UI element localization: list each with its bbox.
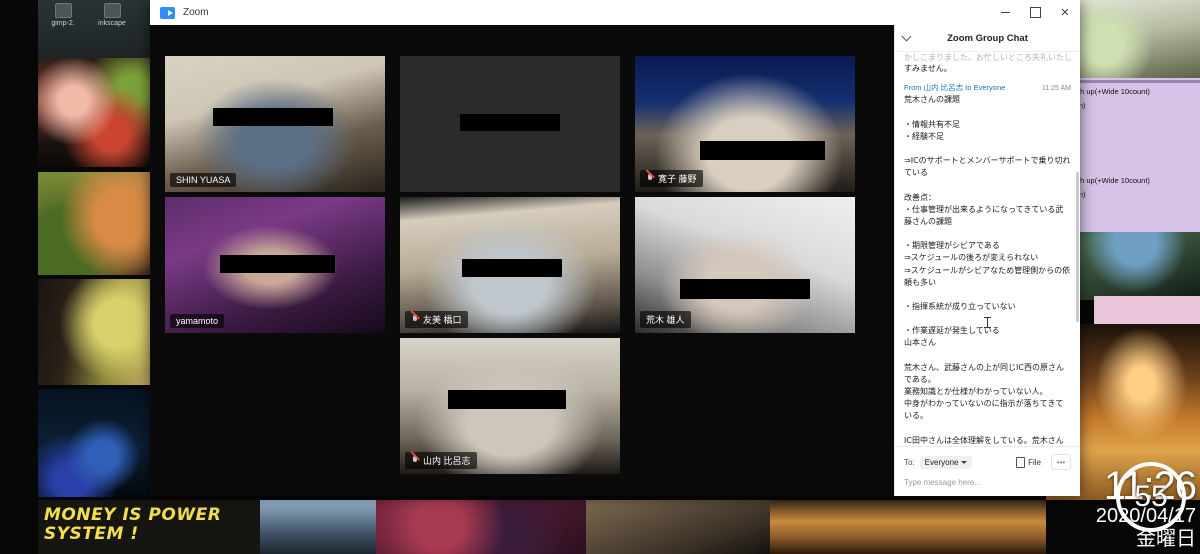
chat-to-label: To:	[904, 457, 915, 467]
screen: ...line push up(+Wide 10count) ...nk (2m…	[0, 0, 1200, 554]
wallpaper-photo	[376, 500, 586, 554]
chat-panel: Zoom Group Chat かしこまりました。お忙しいところ失礼いたしました…	[894, 25, 1080, 496]
document-icon	[1016, 456, 1026, 468]
wallpaper-photo	[260, 500, 376, 554]
chat-message-sender: From 山内 比呂志 to Everyone	[904, 83, 1006, 93]
participant-name: 友美 橋口	[423, 315, 462, 325]
participant-nameplate: yamamoto	[170, 314, 225, 328]
privacy-redaction	[460, 114, 560, 131]
chat-recipient-name: Everyone	[973, 83, 1006, 93]
mic-muted-icon	[411, 314, 419, 325]
participant-name: SHIN YUASA	[176, 175, 231, 185]
chat-panel-title: Zoom Group Chat	[947, 32, 1028, 44]
chat-file-label: File	[1028, 457, 1041, 467]
seconds-ring: 55	[1116, 462, 1186, 533]
privacy-redaction	[462, 259, 562, 277]
desktop-icon-label: inkscape	[98, 20, 126, 27]
window-title: Zoom	[183, 7, 209, 18]
participant-nameplate: SHIN YUASA	[170, 173, 237, 187]
close-icon: ✕	[1060, 7, 1070, 19]
desktop-icon-inkscape[interactable]: inkscape	[90, 3, 134, 27]
participant-tile[interactable]: SHIN YUASA	[165, 56, 385, 192]
participant-name: 寛子 藤野	[658, 174, 697, 184]
participant-nameplate: 山内 比呂志	[405, 452, 477, 469]
participant-tile-active-speaker[interactable]: yamamoto	[165, 197, 385, 333]
chat-recipient-value: Everyone	[924, 457, 959, 467]
participant-nameplate: 寛子 藤野	[640, 170, 703, 187]
participant-name: 山内 比呂志	[423, 456, 471, 466]
chat-message-header: From 山内 比呂志 to Everyone 11:25 AM	[904, 82, 1071, 93]
window-titlebar[interactable]: Zoom ✕	[150, 0, 1080, 26]
wallpaper-photo	[586, 500, 770, 554]
chat-message-input[interactable]: Type message here...	[904, 478, 1071, 487]
participant-name: 荒木 雄人	[646, 315, 685, 325]
wallpaper-photo	[38, 389, 156, 497]
chat-more-button[interactable]: •••	[1051, 454, 1071, 470]
video-gallery: SHIN YUASA 寛子 藤野 yamamoto 友美 橋口 荒木 雄人 山内…	[150, 25, 894, 496]
text-cursor-icon	[984, 317, 991, 328]
app-icon	[54, 3, 72, 18]
participant-nameplate: 友美 橋口	[405, 311, 468, 328]
chat-message-list[interactable]: かしこまりました。お忙しいところ失礼いたしました すみません。 From 山内 …	[895, 52, 1080, 446]
chat-message-partial: すみません。	[904, 64, 952, 74]
chat-recipient-select[interactable]: Everyone	[919, 455, 973, 469]
mic-muted-icon	[411, 455, 419, 466]
chat-scrollback-cut: かしこまりました。お忙しいところ失礼いたしました	[904, 53, 1071, 62]
zoom-camera-icon	[160, 6, 175, 19]
participant-nameplate: 荒木 雄人	[640, 311, 691, 328]
wallpaper-photo	[38, 279, 156, 385]
privacy-redaction	[680, 279, 810, 299]
desktop-icon-label: gimp-2.	[51, 20, 75, 27]
chevron-down-icon	[961, 460, 968, 464]
participant-tile[interactable]: 山内 比呂志	[400, 338, 620, 474]
privacy-redaction	[448, 390, 566, 409]
privacy-redaction	[213, 108, 333, 126]
wallpaper-photo-money: MONEY IS POWER SYSTEM !	[38, 500, 260, 554]
participant-tile[interactable]: 友美 橋口	[400, 197, 620, 333]
chat-header: Zoom Group Chat	[895, 25, 1080, 52]
window-body: SHIN YUASA 寛子 藤野 yamamoto 友美 橋口 荒木 雄人 山内…	[150, 25, 1080, 496]
desktop-icon-gimp[interactable]: gimp-2.	[41, 3, 85, 27]
wallpaper-photo	[38, 57, 156, 167]
desktop-clock-widget: 55 11:26 2020/04/17 金曜日	[1096, 462, 1197, 550]
maximize-icon	[1029, 7, 1041, 18]
zoom-window: Zoom ✕ SHIN YUASA 寛子 藤野 yamamoto 友美 橋口 荒…	[150, 0, 1080, 496]
wallpaper-photo	[38, 172, 156, 275]
participant-tile[interactable]: 寛子 藤野	[635, 56, 855, 192]
ellipsis-icon: •••	[1056, 457, 1066, 467]
sticky-note	[1094, 296, 1200, 324]
chat-composer: To: Everyone File ••• Type message here.…	[895, 446, 1080, 496]
app-icon	[103, 3, 121, 18]
wallpaper-money-text: MONEY IS POWER SYSTEM !	[44, 505, 222, 544]
participant-tile[interactable]	[400, 56, 620, 192]
maximize-button[interactable]	[1020, 0, 1050, 25]
chat-message-body: 荒木さんの課題 ・情報共有不足 ・経験不足 ⇒ICのサポートとメンバーサポートで…	[904, 95, 1071, 445]
wallpaper-photo	[770, 500, 1046, 554]
mic-muted-icon	[646, 173, 654, 184]
desktop-icons: gimp-2. inkscape	[38, 0, 156, 58]
chat-recipient-row: To: Everyone File •••	[904, 454, 1071, 470]
minimize-button[interactable]	[990, 0, 1020, 25]
chat-file-button[interactable]: File	[1016, 456, 1041, 468]
chat-sender-name: 山内 比呂志	[923, 83, 964, 93]
chat-message-time: 11:25 AM	[1041, 85, 1071, 93]
close-button[interactable]: ✕	[1050, 0, 1080, 25]
participant-tile[interactable]: 荒木 雄人	[635, 197, 855, 333]
participant-name: yamamoto	[176, 316, 219, 326]
chat-scrollbar[interactable]	[1076, 172, 1079, 322]
minimize-icon	[1000, 12, 1010, 13]
privacy-redaction	[220, 255, 335, 273]
chevron-down-icon[interactable]	[903, 32, 911, 40]
privacy-redaction	[700, 141, 825, 160]
